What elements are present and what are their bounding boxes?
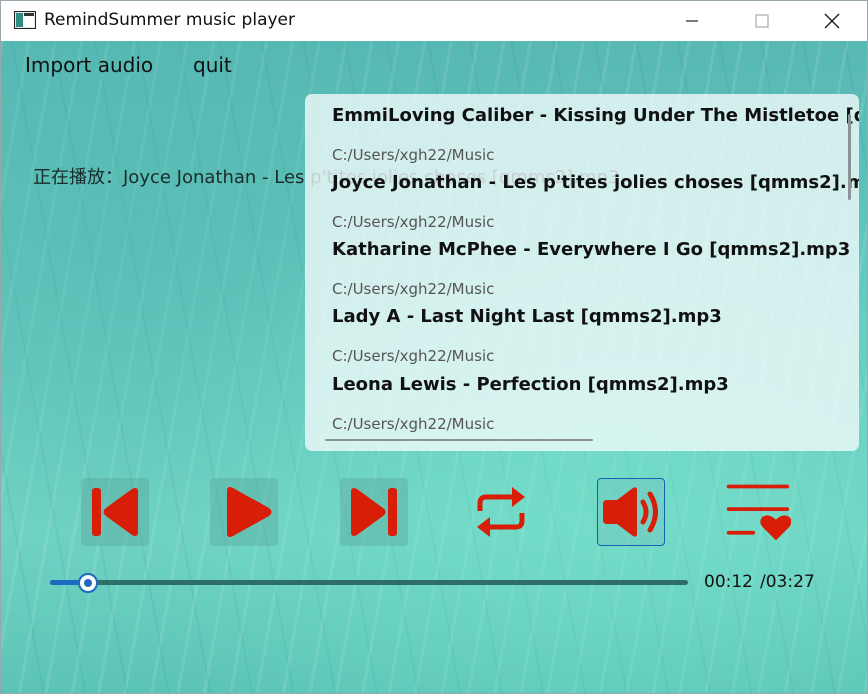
repeat-button[interactable] — [467, 478, 535, 546]
playlist-item-title: Lady A - Last Night Last [qmms2].mp3 — [332, 306, 722, 327]
playlist-item-title: Katharine McPhee - Everywhere I Go [qmms… — [332, 239, 851, 260]
menu-bar: Import audio quit — [1, 41, 867, 91]
favorite-playlist-button[interactable] — [723, 478, 791, 546]
play-button[interactable] — [210, 478, 278, 546]
window-title: RemindSummer music player — [44, 10, 295, 30]
playlist-item-title: EmmiLoving Caliber - Kissing Under The M… — [332, 105, 859, 126]
total-time: /03:27 — [760, 572, 815, 592]
playlist-item-path: C:/Users/xgh22/Music — [332, 415, 495, 433]
playlist-item-title: Joyce Jonathan - Les p'tites jolies chos… — [332, 172, 859, 193]
quit-menu[interactable]: quit — [193, 53, 232, 77]
minimize-icon — [686, 20, 698, 22]
current-time: 00:12 — [704, 572, 753, 592]
previous-button[interactable] — [81, 478, 149, 546]
favorite-playlist-icon — [726, 484, 791, 541]
maximize-icon — [755, 14, 769, 28]
volume-button[interactable] — [597, 478, 665, 546]
playlist-item-path: C:/Users/xgh22/Music — [332, 280, 495, 298]
skip-next-icon — [351, 488, 397, 536]
import-audio-menu[interactable]: Import audio — [25, 53, 153, 77]
playlist-item-title: Leona Lewis - Perfection [qmms2].mp3 — [332, 374, 729, 395]
playlist-vertical-scrollbar[interactable] — [848, 114, 851, 200]
close-icon — [824, 13, 840, 29]
app-window: RemindSummer music player Import audio q… — [0, 0, 868, 694]
progress-slider[interactable] — [50, 573, 688, 593]
close-button[interactable] — [809, 1, 855, 41]
play-icon — [227, 487, 272, 537]
playlist-horizontal-scrollbar[interactable] — [325, 439, 593, 441]
playlist-item-path: C:/Users/xgh22/Music — [332, 213, 495, 231]
maximize-button[interactable] — [739, 1, 785, 41]
minimize-button[interactable] — [669, 1, 715, 41]
volume-icon — [603, 487, 658, 537]
title-bar[interactable]: RemindSummer music player — [1, 1, 867, 41]
app-window-icon — [14, 11, 36, 29]
player-background: Import audio quit 正在播放：Joyce Jonathan - … — [1, 41, 867, 693]
playlist-panel[interactable]: EmmiLoving Caliber - Kissing Under The M… — [305, 94, 859, 451]
playlist-item-path: C:/Users/xgh22/Music — [332, 146, 495, 164]
next-button[interactable] — [340, 478, 408, 546]
repeat-icon — [477, 487, 525, 537]
skip-previous-icon — [92, 488, 138, 536]
progress-handle[interactable] — [78, 573, 99, 593]
playlist-item-path: C:/Users/xgh22/Music — [332, 347, 495, 365]
